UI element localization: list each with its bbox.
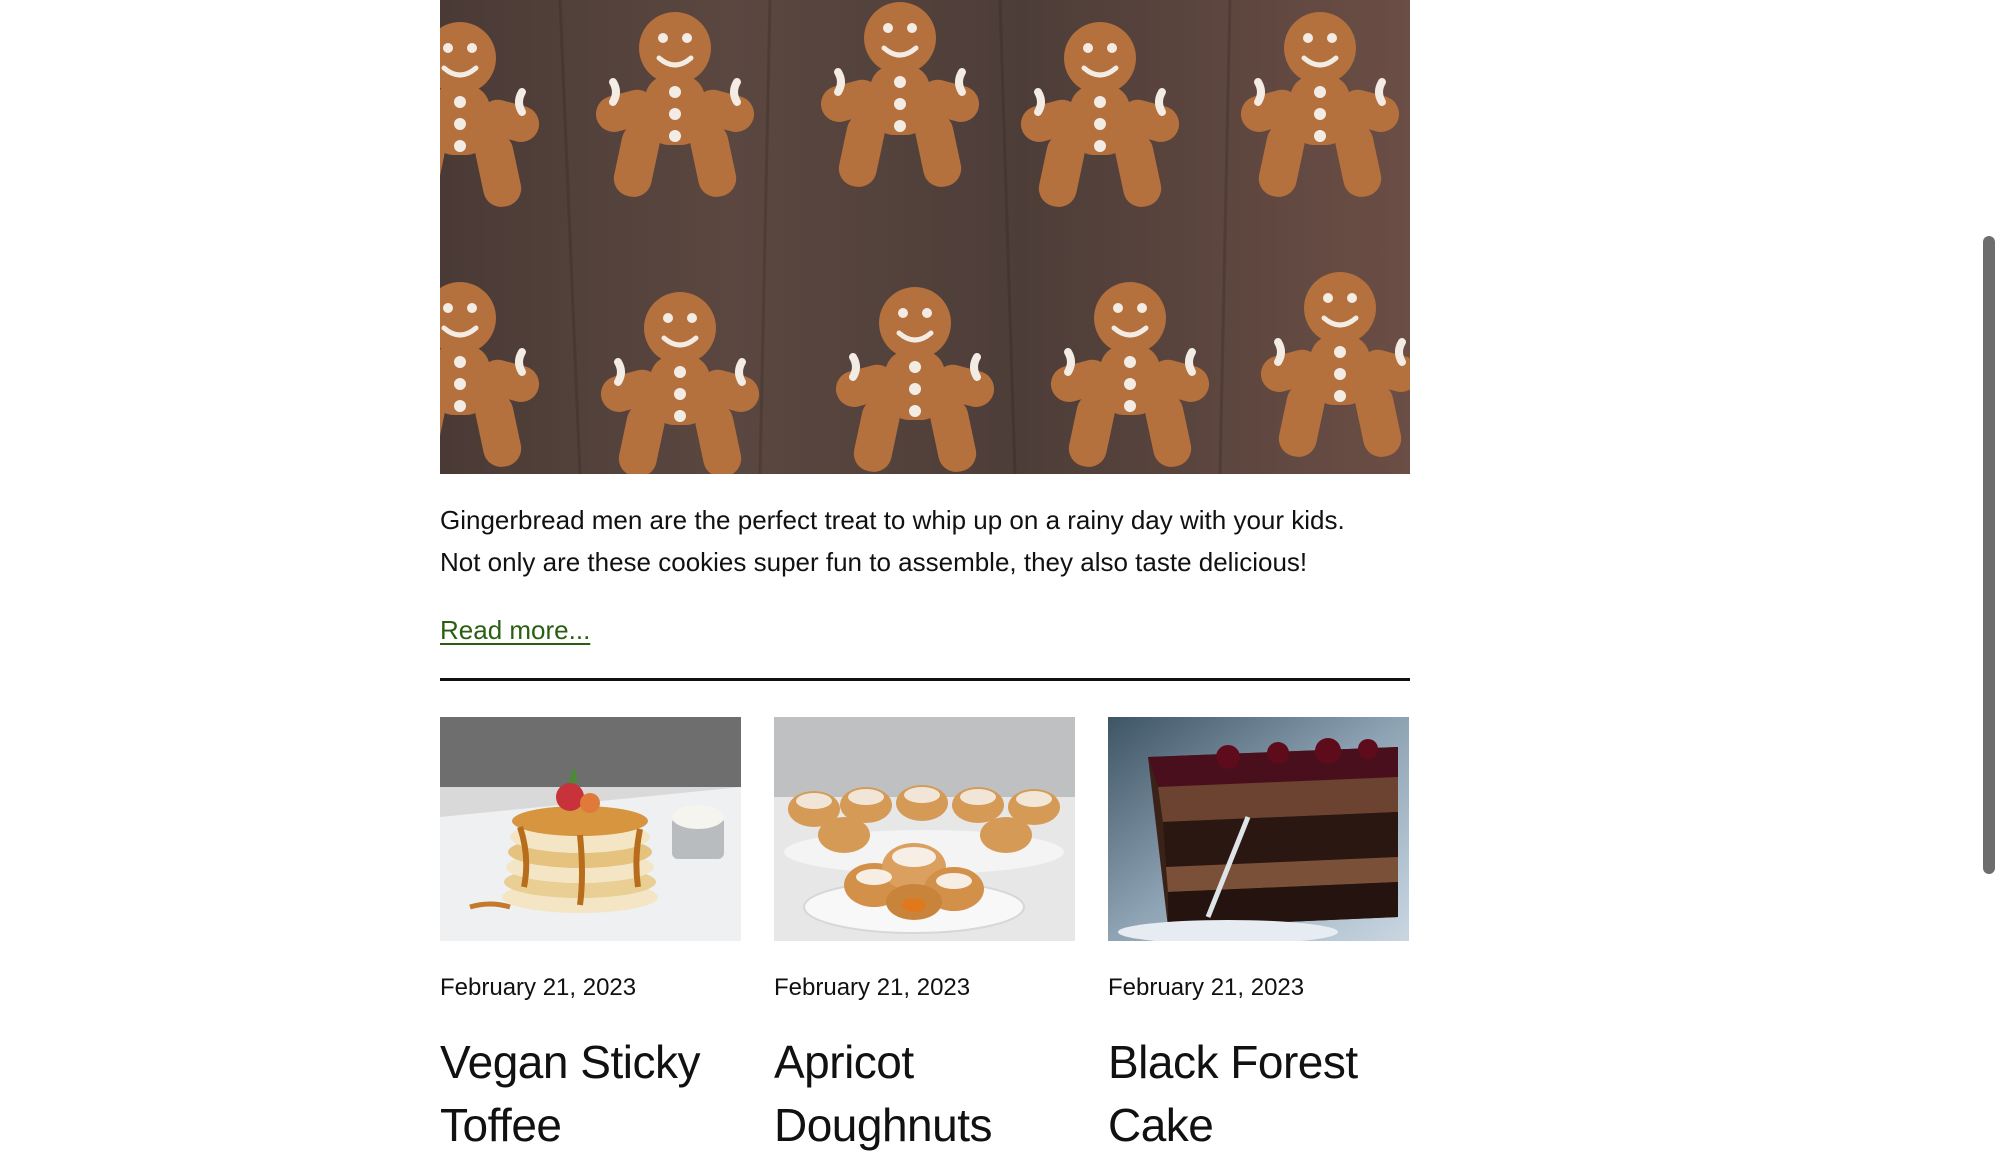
post-thumbnail-doughnuts[interactable] <box>774 717 1075 941</box>
post-title-line-1: Apricot <box>774 1036 914 1088</box>
gingerbread-image <box>440 0 1410 474</box>
vertical-scrollbar[interactable] <box>1979 0 1999 1155</box>
post-title-line-2: Toffee <box>440 1099 562 1151</box>
read-more-link[interactable]: Read more... <box>440 610 590 650</box>
post-title-line-2: Doughnuts <box>774 1099 993 1151</box>
post-date: February 21, 2023 <box>1108 974 1305 1001</box>
post-title-link[interactable]: Apricot Doughnuts <box>774 1031 1075 1155</box>
post-thumbnail-cake[interactable] <box>1108 717 1409 941</box>
post-card-vegan-sticky-toffee: February 21, 2023 Vegan Sticky Toffee <box>440 717 741 1155</box>
pancake-image <box>440 717 741 941</box>
post-title-line-2: Cake <box>1108 1099 1214 1151</box>
featured-post-image[interactable] <box>440 0 1410 474</box>
post-date: February 21, 2023 <box>774 974 971 1001</box>
post-card-apricot-doughnuts: February 21, 2023 Apricot Doughnuts <box>774 717 1075 1155</box>
featured-post-excerpt: Gingerbread men are the perfect treat to… <box>440 499 1410 583</box>
post-title-link[interactable]: Vegan Sticky Toffee <box>440 1031 741 1155</box>
excerpt-line-2: Not only are these cookies super fun to … <box>440 547 1308 577</box>
post-grid: February 21, 2023 Vegan Sticky Toffee Fe… <box>440 717 1410 1155</box>
post-date: February 21, 2023 <box>440 974 637 1001</box>
cake-image <box>1108 717 1409 941</box>
scrollbar-thumb[interactable] <box>1983 236 1995 874</box>
page: Gingerbread men are the perfect treat to… <box>0 0 1999 1155</box>
post-title-link[interactable]: Black Forest Cake <box>1108 1031 1409 1155</box>
doughnut-image <box>774 717 1075 941</box>
post-title-line-1: Vegan Sticky <box>440 1036 700 1088</box>
post-card-black-forest-cake: February 21, 2023 Black Forest Cake <box>1108 717 1409 1155</box>
section-divider <box>440 678 1410 681</box>
post-title-line-1: Black Forest <box>1108 1036 1358 1088</box>
excerpt-line-1: Gingerbread men are the perfect treat to… <box>440 505 1345 535</box>
post-thumbnail-pancakes[interactable] <box>440 717 741 941</box>
